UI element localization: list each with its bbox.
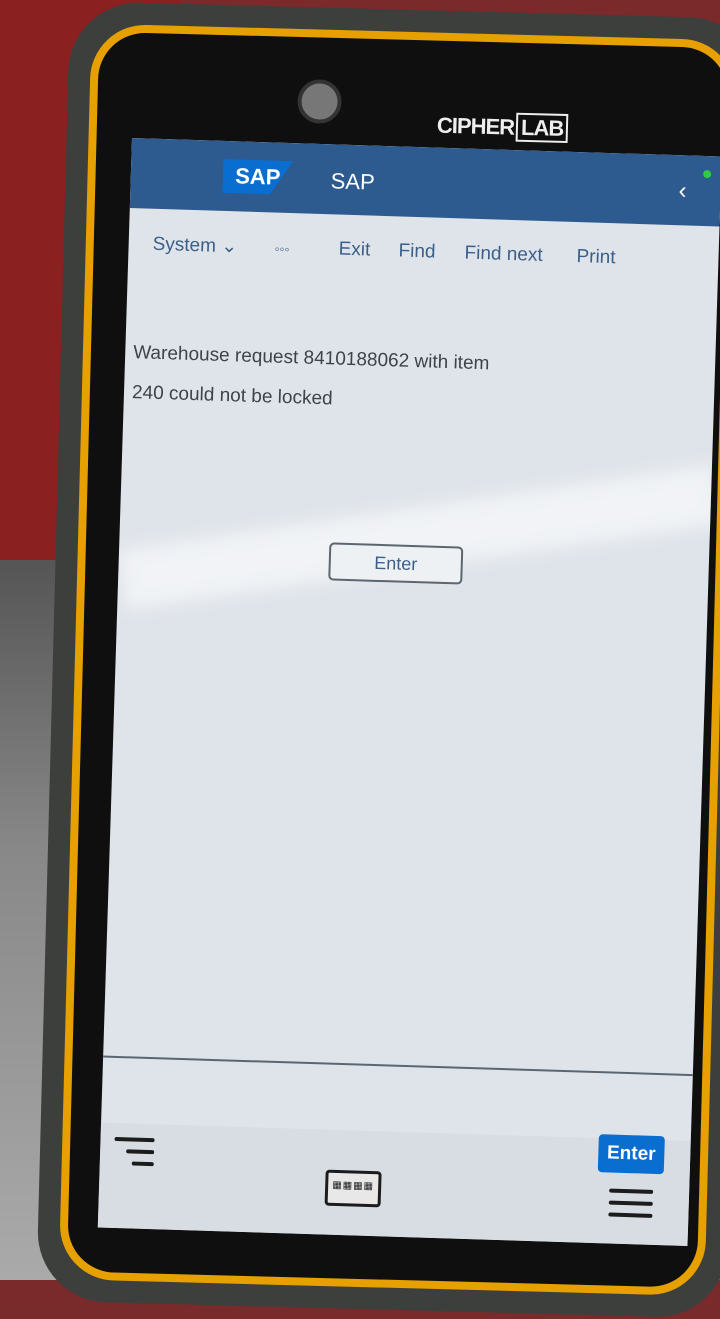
chevron-left-icon[interactable]: ‹ bbox=[678, 177, 687, 205]
keyboard-icon[interactable]: ▦▦▦▦ bbox=[324, 1169, 382, 1208]
error-message: Warehouse request 8410188062 with item 2… bbox=[131, 333, 693, 431]
system-label: System bbox=[152, 233, 217, 257]
exit-button[interactable]: Exit bbox=[338, 239, 370, 262]
brand-main: CIPHER bbox=[436, 112, 515, 140]
chevron-down-icon: ⌄ bbox=[220, 235, 238, 258]
footer-divider bbox=[103, 1055, 693, 1077]
system-menu-button[interactable]: System ⌄ bbox=[152, 233, 237, 259]
enter-button[interactable]: Enter bbox=[328, 542, 464, 585]
print-button[interactable]: Print bbox=[576, 246, 616, 269]
left-aligned-menu-icon[interactable] bbox=[114, 1136, 155, 1170]
footer-bar: Enter ▦▦▦▦ bbox=[97, 1122, 691, 1246]
hamburger-icon[interactable] bbox=[608, 1188, 654, 1220]
screen-glare bbox=[118, 464, 720, 610]
find-next-button[interactable]: Find next bbox=[464, 243, 543, 267]
device-brand-logo: CIPHER LAB bbox=[436, 112, 569, 144]
app-title: SAP bbox=[330, 168, 376, 195]
sap-logo: SAP bbox=[222, 159, 293, 195]
brand-box: LAB bbox=[515, 112, 569, 144]
camera-icon bbox=[297, 78, 343, 125]
device-screen: SAP SAP ‹ System ⌄ ◦◦◦ Exit Find Find ne… bbox=[97, 138, 720, 1246]
enter-primary-button[interactable]: Enter bbox=[597, 1134, 665, 1175]
more-options-button[interactable]: ◦◦◦ bbox=[274, 241, 289, 257]
find-button[interactable]: Find bbox=[398, 240, 436, 263]
status-indicator bbox=[703, 169, 712, 179]
